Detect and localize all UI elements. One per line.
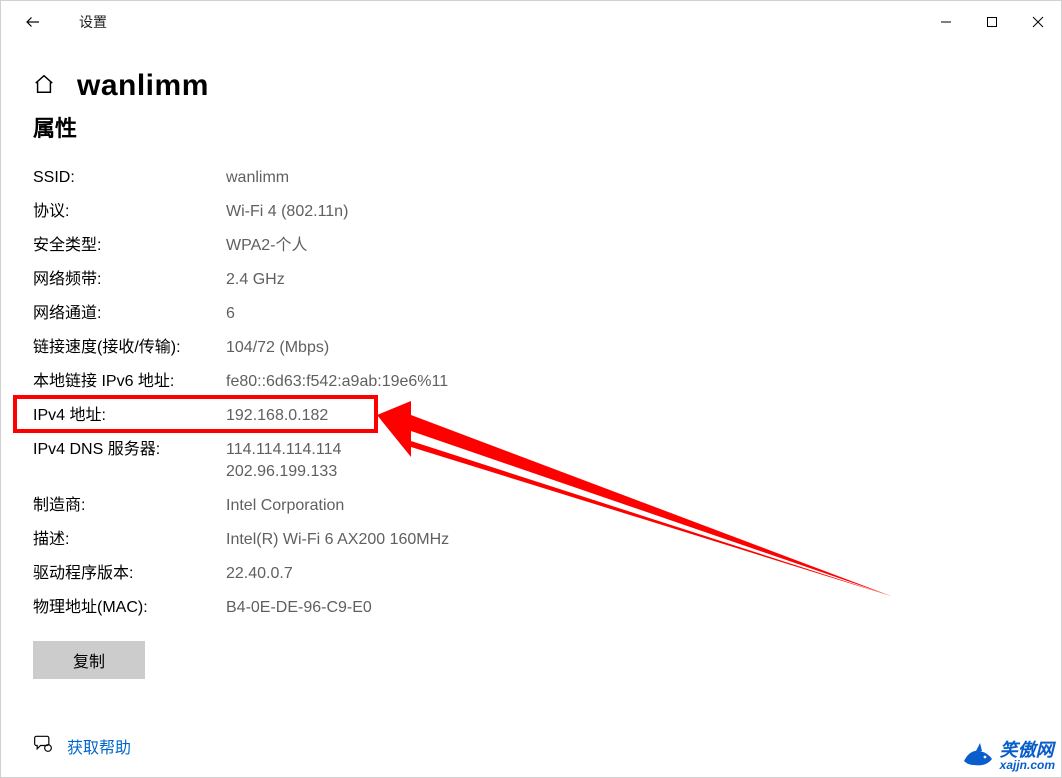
label-description: 描述: [33,529,226,551]
value-ipv4: 192.168.0.182 [226,405,328,427]
prop-channel: 网络通道: 6 [33,303,1029,325]
prop-security-type: 安全类型: WPA2-个人 [33,235,1029,257]
value-ipv4-dns: 114.114.114.114 202.96.199.133 [226,439,341,483]
label-band: 网络频带: [33,269,226,291]
prop-ipv6-local: 本地链接 IPv6 地址: fe80::6d63:f542:a9ab:19e6%… [33,371,1029,393]
maximize-button[interactable] [969,1,1015,43]
label-ipv4: IPv4 地址: [33,405,226,427]
home-icon[interactable] [33,73,55,100]
chat-icon [33,733,53,758]
label-protocol: 协议: [33,201,226,223]
prop-manufacturer: 制造商: Intel Corporation [33,495,1029,517]
value-link-speed: 104/72 (Mbps) [226,337,329,359]
value-security-type: WPA2-个人 [226,235,308,257]
value-protocol: Wi-Fi 4 (802.11n) [226,201,348,223]
value-description: Intel(R) Wi-Fi 6 AX200 160MHz [226,529,449,551]
value-manufacturer: Intel Corporation [226,495,344,517]
prop-mac: 物理地址(MAC): B4-0E-DE-96-C9-E0 [33,597,1029,619]
label-security-type: 安全类型: [33,235,226,257]
prop-link-speed: 链接速度(接收/传输): 104/72 (Mbps) [33,337,1029,359]
prop-driver-version: 驱动程序版本: 22.40.0.7 [33,563,1029,585]
close-icon [1032,16,1044,28]
content-area: wanlimm 属性 SSID: wanlimm 协议: Wi-Fi 4 (80… [1,43,1061,758]
properties-list: SSID: wanlimm 协议: Wi-Fi 4 (802.11n) 安全类型… [33,167,1029,619]
label-channel: 网络通道: [33,303,226,325]
maximize-icon [986,16,998,28]
prop-ipv4: IPv4 地址: 192.168.0.182 [33,405,1029,427]
page-title: wanlimm [77,69,209,103]
prop-description: 描述: Intel(R) Wi-Fi 6 AX200 160MHz [33,529,1029,551]
value-band: 2.4 GHz [226,269,285,291]
label-manufacturer: 制造商: [33,495,226,517]
watermark-cn: 笑傲网 [1000,741,1054,759]
watermark: 笑傲网 xajjn.com [960,741,1055,771]
section-title: 属性 [33,111,1029,143]
label-link-speed: 链接速度(接收/传输): [33,337,226,359]
minimize-button[interactable] [923,1,969,43]
arrow-left-icon [24,13,42,31]
copy-button[interactable]: 复制 [33,641,145,679]
shark-icon [960,741,994,771]
label-ipv6-local: 本地链接 IPv6 地址: [33,371,226,393]
minimize-icon [940,16,952,28]
label-driver-version: 驱动程序版本: [33,563,226,585]
titlebar-left: 设置 [1,8,107,36]
watermark-url: xajjn.com [1000,759,1055,771]
window-controls [923,1,1061,43]
value-mac: B4-0E-DE-96-C9-E0 [226,597,372,619]
prop-band: 网络频带: 2.4 GHz [33,269,1029,291]
help-link[interactable]: 获取帮助 [67,734,131,758]
titlebar: 设置 [1,1,1061,43]
prop-ssid: SSID: wanlimm [33,167,1029,189]
prop-ipv4-dns: IPv4 DNS 服务器: 114.114.114.114 202.96.199… [33,439,1029,483]
value-channel: 6 [226,303,235,325]
help-row: 获取帮助 [33,733,1029,758]
value-ssid: wanlimm [226,167,289,189]
label-ssid: SSID: [33,167,226,189]
header-row: wanlimm [33,69,1029,103]
value-ipv6-local: fe80::6d63:f542:a9ab:19e6%11 [226,371,448,393]
close-button[interactable] [1015,1,1061,43]
prop-protocol: 协议: Wi-Fi 4 (802.11n) [33,201,1029,223]
value-driver-version: 22.40.0.7 [226,563,293,585]
label-mac: 物理地址(MAC): [33,597,226,619]
label-ipv4-dns: IPv4 DNS 服务器: [33,439,226,483]
window-title: 设置 [79,12,107,32]
watermark-text: 笑傲网 xajjn.com [1000,741,1055,771]
back-button[interactable] [19,8,47,36]
